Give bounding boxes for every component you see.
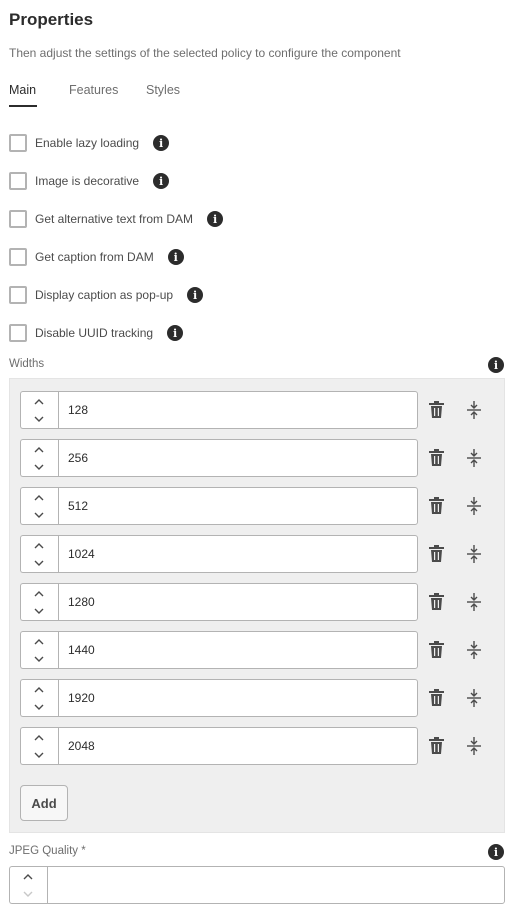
chevron-up-icon[interactable]: [21, 680, 57, 698]
width-input[interactable]: 1920: [58, 679, 418, 717]
trash-icon[interactable]: [428, 689, 445, 707]
checkbox-row-uuid-tracking: Disable UUID tracking i: [9, 323, 184, 343]
caption-popup-label: Display caption as pop-up: [35, 288, 174, 302]
chevron-down-icon[interactable]: [10, 885, 46, 903]
checkbox-row-image-decorative: Image is decorative i: [9, 171, 170, 191]
chevron-up-icon[interactable]: [21, 536, 57, 554]
width-item: 2048: [20, 727, 490, 765]
number-stepper: [20, 679, 58, 717]
chevron-up-icon[interactable]: [21, 632, 57, 650]
checkbox-row-alt-text-dam: Get alternative text from DAM i: [9, 209, 224, 229]
move-handle-icon[interactable]: [466, 736, 482, 756]
info-icon[interactable]: i: [187, 287, 204, 303]
chevron-up-icon[interactable]: [21, 728, 57, 746]
active-tab-indicator: [9, 105, 37, 107]
widths-label: Widths: [9, 358, 45, 370]
width-item: 512: [20, 487, 490, 525]
chevron-up-icon[interactable]: [21, 440, 57, 458]
trash-icon[interactable]: [428, 593, 445, 611]
move-handle-icon[interactable]: [466, 496, 482, 516]
number-stepper: [9, 866, 47, 904]
trash-icon[interactable]: [428, 641, 445, 659]
width-item: 1440: [20, 631, 490, 669]
chevron-down-icon[interactable]: [21, 506, 57, 524]
move-handle-icon[interactable]: [466, 544, 482, 564]
width-item: 1920: [20, 679, 490, 717]
width-input[interactable]: 2048: [58, 727, 418, 765]
number-stepper: [20, 487, 58, 525]
number-stepper: [20, 535, 58, 573]
info-icon[interactable]: i: [153, 173, 170, 189]
move-handle-icon[interactable]: [466, 448, 482, 468]
number-stepper: [20, 727, 58, 765]
info-icon[interactable]: i: [153, 135, 170, 151]
info-icon[interactable]: i: [488, 357, 504, 373]
uuid-tracking-checkbox[interactable]: [9, 324, 27, 342]
number-stepper: [20, 631, 58, 669]
width-input[interactable]: 1440: [58, 631, 418, 669]
chevron-up-icon[interactable]: [10, 867, 46, 885]
checkbox-row-caption-popup: Display caption as pop-up i: [9, 285, 204, 305]
width-item: 1024: [20, 535, 490, 573]
caption-dam-label: Get caption from DAM: [35, 250, 154, 264]
alt-text-dam-checkbox[interactable]: [9, 210, 27, 228]
chevron-down-icon[interactable]: [21, 458, 57, 476]
info-icon[interactable]: i: [167, 249, 184, 265]
caption-popup-checkbox[interactable]: [9, 286, 27, 304]
width-input[interactable]: 128: [58, 391, 418, 429]
jpeg-quality-label: JPEG Quality *: [9, 845, 86, 857]
number-stepper: [20, 439, 58, 477]
chevron-down-icon[interactable]: [21, 410, 57, 428]
number-stepper: [20, 583, 58, 621]
page-title: Properties: [9, 10, 94, 29]
width-input[interactable]: 256: [58, 439, 418, 477]
uuid-tracking-label: Disable UUID tracking: [35, 326, 154, 340]
width-item: 256: [20, 439, 490, 477]
trash-icon[interactable]: [428, 737, 445, 755]
caption-dam-checkbox[interactable]: [9, 248, 27, 266]
jpeg-quality-input[interactable]: [47, 866, 505, 904]
trash-icon[interactable]: [428, 449, 445, 467]
width-item: 128: [20, 391, 490, 429]
chevron-up-icon[interactable]: [21, 392, 57, 410]
info-icon[interactable]: i: [167, 325, 184, 341]
width-input[interactable]: 1280: [58, 583, 418, 621]
move-handle-icon[interactable]: [466, 688, 482, 708]
width-item: 1280: [20, 583, 490, 621]
move-handle-icon[interactable]: [466, 592, 482, 612]
page-description: Then adjust the settings of the selected…: [9, 46, 401, 60]
chevron-up-icon[interactable]: [21, 584, 57, 602]
width-input[interactable]: 512: [58, 487, 418, 525]
chevron-down-icon[interactable]: [21, 554, 57, 572]
number-stepper: [20, 391, 58, 429]
lazy-loading-label: Enable lazy loading: [35, 136, 140, 150]
trash-icon[interactable]: [428, 545, 445, 563]
chevron-down-icon[interactable]: [21, 650, 57, 668]
jpeg-quality-field: [9, 866, 505, 904]
chevron-down-icon[interactable]: [21, 746, 57, 764]
trash-icon[interactable]: [428, 401, 445, 419]
tab-styles[interactable]: Styles: [146, 83, 180, 97]
add-width-button[interactable]: Add: [20, 785, 68, 821]
trash-icon[interactable]: [428, 497, 445, 515]
alt-text-dam-label: Get alternative text from DAM: [35, 212, 194, 226]
lazy-loading-checkbox[interactable]: [9, 134, 27, 152]
checkbox-row-lazy-loading: Enable lazy loading i: [9, 133, 170, 153]
tab-main[interactable]: Main: [9, 83, 36, 97]
chevron-down-icon[interactable]: [21, 602, 57, 620]
tab-features[interactable]: Features: [69, 83, 118, 97]
checkbox-row-caption-dam: Get caption from DAM i: [9, 247, 184, 267]
chevron-down-icon[interactable]: [21, 698, 57, 716]
info-icon[interactable]: i: [207, 211, 224, 227]
info-icon[interactable]: i: [488, 844, 504, 860]
width-input[interactable]: 1024: [58, 535, 418, 573]
image-decorative-checkbox[interactable]: [9, 172, 27, 190]
move-handle-icon[interactable]: [466, 400, 482, 420]
widths-multifield: 128 256 512 1024 1280 1440 1920 2048 Add: [9, 378, 505, 833]
chevron-up-icon[interactable]: [21, 488, 57, 506]
image-decorative-label: Image is decorative: [35, 174, 140, 188]
move-handle-icon[interactable]: [466, 640, 482, 660]
